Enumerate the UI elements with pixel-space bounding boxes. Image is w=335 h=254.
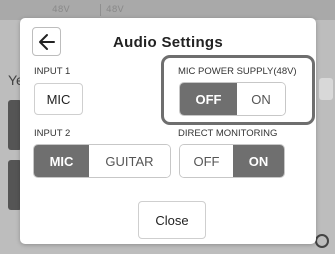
input2-label: INPUT 2 — [34, 128, 71, 139]
mic-power-off-option[interactable]: OFF — [180, 83, 237, 115]
background-divider — [100, 4, 101, 16]
background-tag-48v: 48V — [52, 5, 70, 15]
mic-power-on-option[interactable]: ON — [237, 83, 285, 115]
input1-label: INPUT 1 — [34, 66, 71, 77]
background-tag-48v: 48V — [106, 5, 124, 15]
direct-monitoring-off-option[interactable]: OFF — [180, 145, 233, 177]
direct-monitoring-on-option[interactable]: ON — [233, 145, 284, 177]
direct-monitoring-toggle: OFF ON — [180, 145, 284, 177]
close-button[interactable]: Close — [138, 201, 206, 239]
background-topbar — [0, 0, 335, 20]
dialog-title: Audio Settings — [112, 34, 224, 51]
background-button-fragment — [319, 78, 333, 100]
direct-monitoring-label: DIRECT MONITORING — [178, 128, 278, 139]
input2-guitar-option[interactable]: GUITAR — [89, 145, 170, 177]
mic-power-toggle: OFF ON — [180, 83, 285, 115]
mic-power-label: MIC POWER SUPPLY(48V) — [178, 66, 297, 77]
input2-mic-option[interactable]: MIC — [34, 145, 89, 177]
gear-icon — [315, 234, 329, 248]
audio-settings-dialog: Audio Settings INPUT 1 MIC MIC POWER SUP… — [20, 18, 316, 244]
input1-mic-button[interactable]: MIC — [34, 83, 83, 115]
input2-toggle: MIC GUITAR — [34, 145, 170, 177]
